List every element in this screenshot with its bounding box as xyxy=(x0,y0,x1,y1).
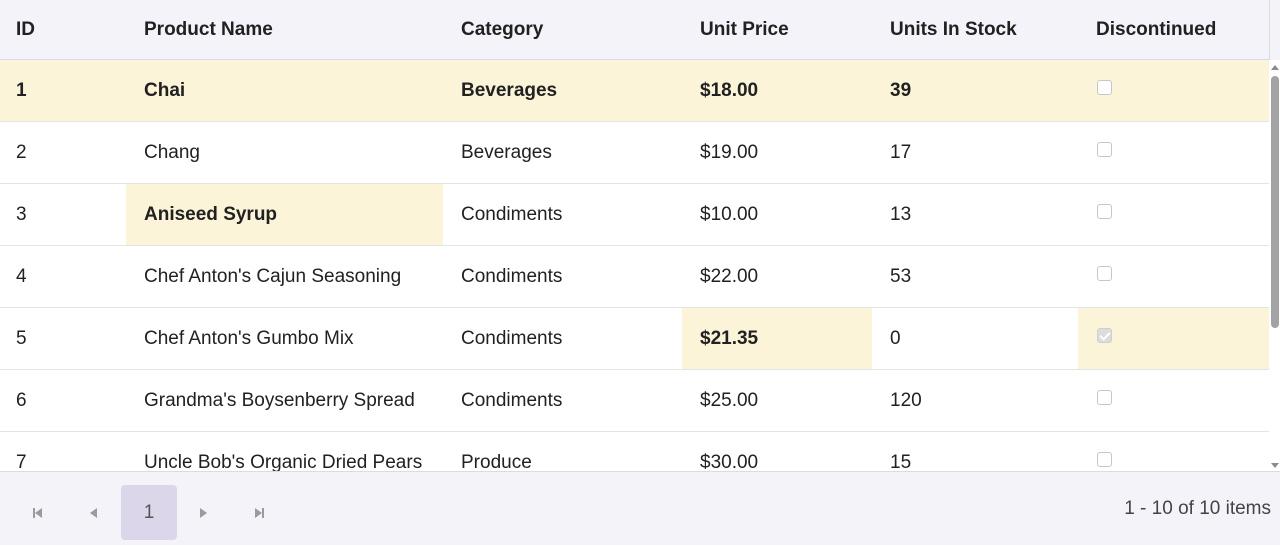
column-header-discontinued[interactable]: Discontinued xyxy=(1078,0,1269,59)
grid-pager: 1 1 - 10 of 10 items xyxy=(0,471,1280,545)
discontinued-checkbox[interactable] xyxy=(1097,80,1112,95)
cell-discontinued[interactable] xyxy=(1078,246,1269,307)
cell-unit-price[interactable]: $19.00 xyxy=(682,122,872,183)
cell-discontinued[interactable] xyxy=(1078,122,1269,183)
table-row[interactable]: 4 Chef Anton's Cajun Seasoning Condiment… xyxy=(0,246,1269,308)
cell-product-name[interactable]: Grandma's Boysenberry Spread xyxy=(126,370,443,431)
discontinued-checkbox[interactable] xyxy=(1097,142,1112,157)
grid-body: 1 Chai Beverages $18.00 39 2 Chang Bever… xyxy=(0,60,1269,471)
cell-units-in-stock[interactable]: 39 xyxy=(872,60,1078,121)
cell-category[interactable]: Condiments xyxy=(443,246,682,307)
discontinued-checkbox[interactable] xyxy=(1097,390,1112,405)
cell-id[interactable]: 2 xyxy=(0,122,126,183)
cell-id[interactable]: 5 xyxy=(0,308,126,369)
previous-page-button[interactable] xyxy=(65,485,121,540)
next-page-button[interactable] xyxy=(175,485,231,540)
cell-unit-price[interactable]: $10.00 xyxy=(682,184,872,245)
products-grid: ID Product Name Category Unit Price Unit… xyxy=(0,0,1280,545)
cell-unit-price[interactable]: $22.00 xyxy=(682,246,872,307)
scrollbar-thumb[interactable] xyxy=(1271,76,1279,328)
previous-page-icon xyxy=(89,507,97,518)
table-row[interactable]: 6 Grandma's Boysenberry Spread Condiment… xyxy=(0,370,1269,432)
last-page-icon xyxy=(261,507,264,518)
vertical-scrollbar[interactable] xyxy=(1269,60,1280,471)
next-page-icon xyxy=(199,507,207,518)
grid-header: ID Product Name Category Unit Price Unit… xyxy=(0,0,1269,60)
column-header-id[interactable]: ID xyxy=(0,0,126,59)
cell-discontinued[interactable] xyxy=(1078,184,1269,245)
cell-id[interactable]: 6 xyxy=(0,370,126,431)
cell-product-name[interactable]: Chang xyxy=(126,122,443,183)
cell-category[interactable]: Condiments xyxy=(443,184,682,245)
cell-category[interactable]: Beverages xyxy=(443,60,682,121)
cell-category[interactable]: Condiments xyxy=(443,308,682,369)
cell-id[interactable]: 7 xyxy=(0,432,126,472)
cell-product-name[interactable]: Aniseed Syrup xyxy=(126,184,443,245)
cell-discontinued[interactable] xyxy=(1078,60,1269,121)
cell-units-in-stock[interactable]: 13 xyxy=(872,184,1078,245)
table-row[interactable]: 2 Chang Beverages $19.00 17 xyxy=(0,122,1269,184)
cell-unit-price[interactable]: $30.00 xyxy=(682,432,872,472)
header-scrollbar-spacer xyxy=(1269,0,1280,60)
cell-category[interactable]: Condiments xyxy=(443,370,682,431)
cell-category[interactable]: Produce xyxy=(443,432,682,472)
cell-units-in-stock[interactable]: 53 xyxy=(872,246,1078,307)
cell-discontinued[interactable] xyxy=(1078,308,1269,369)
cell-product-name[interactable]: Uncle Bob's Organic Dried Pears xyxy=(126,432,443,472)
scroll-down-arrow-icon[interactable] xyxy=(1271,463,1279,468)
cell-id[interactable]: 3 xyxy=(0,184,126,245)
pager-info: 1 - 10 of 10 items xyxy=(1124,498,1271,519)
page-1-button[interactable]: 1 xyxy=(121,485,177,540)
cell-units-in-stock[interactable]: 0 xyxy=(872,308,1078,369)
cell-unit-price[interactable]: $18.00 xyxy=(682,60,872,121)
first-page-button[interactable] xyxy=(9,485,65,540)
column-header-product-name[interactable]: Product Name xyxy=(126,0,443,59)
table-row[interactable]: 5 Chef Anton's Gumbo Mix Condiments $21.… xyxy=(0,308,1269,370)
first-page-arrow-icon xyxy=(34,507,42,518)
cell-product-name[interactable]: Chai xyxy=(126,60,443,121)
cell-category[interactable]: Beverages xyxy=(443,122,682,183)
discontinued-checkbox[interactable] xyxy=(1097,328,1112,343)
cell-discontinued[interactable] xyxy=(1078,432,1269,471)
discontinued-checkbox[interactable] xyxy=(1097,266,1112,281)
table-row[interactable]: 7 Uncle Bob's Organic Dried Pears Produc… xyxy=(0,432,1269,471)
column-header-category[interactable]: Category xyxy=(443,0,682,59)
cell-unit-price[interactable]: $25.00 xyxy=(682,370,872,431)
scroll-up-arrow-icon[interactable] xyxy=(1271,65,1279,70)
cell-product-name[interactable]: Chef Anton's Cajun Seasoning xyxy=(126,246,443,307)
discontinued-checkbox[interactable] xyxy=(1097,204,1112,219)
cell-id[interactable]: 4 xyxy=(0,246,126,307)
cell-product-name[interactable]: Chef Anton's Gumbo Mix xyxy=(126,308,443,369)
cell-discontinued[interactable] xyxy=(1078,370,1269,431)
cell-units-in-stock[interactable]: 15 xyxy=(872,432,1078,472)
last-page-arrow-icon xyxy=(254,507,262,518)
column-header-units-in-stock[interactable]: Units In Stock xyxy=(872,0,1078,59)
cell-units-in-stock[interactable]: 120 xyxy=(872,370,1078,431)
cell-unit-price[interactable]: $21.35 xyxy=(682,308,872,369)
table-row[interactable]: 3 Aniseed Syrup Condiments $10.00 13 xyxy=(0,184,1269,246)
cell-id[interactable]: 1 xyxy=(0,60,126,121)
cell-units-in-stock[interactable]: 17 xyxy=(872,122,1078,183)
last-page-button[interactable] xyxy=(231,485,287,540)
discontinued-checkbox[interactable] xyxy=(1097,452,1112,467)
column-header-unit-price[interactable]: Unit Price xyxy=(682,0,872,59)
table-row[interactable]: 1 Chai Beverages $18.00 39 xyxy=(0,60,1269,122)
